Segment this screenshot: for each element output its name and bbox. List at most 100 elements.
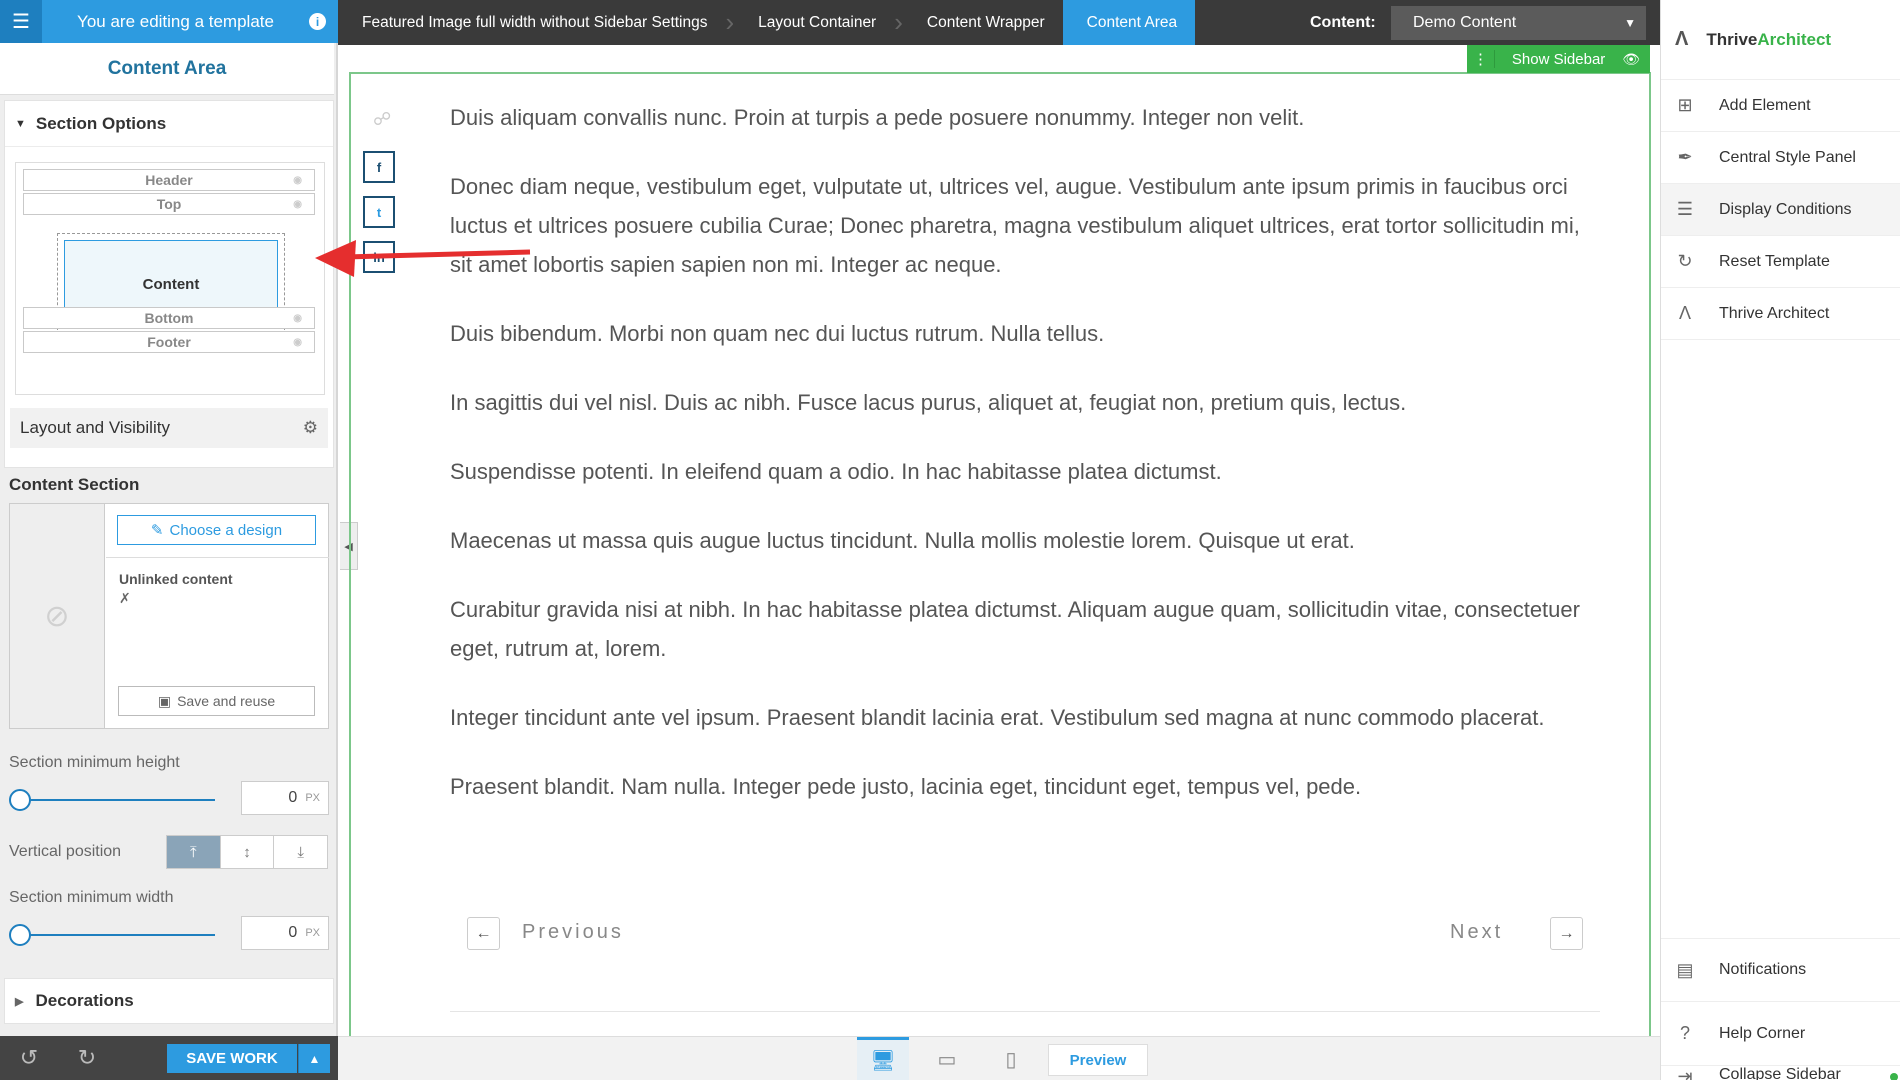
brush-icon: ✎ — [150, 522, 164, 539]
thrive-logo-icon[interactable]: ☰ — [0, 0, 42, 43]
decorations-toggle[interactable]: ▶ Decorations — [4, 978, 334, 1024]
annotation-arrow — [315, 240, 531, 277]
section-structure-map: Header ◉ Top ◉ Content Bottom ◉ Footer ◉ — [15, 162, 325, 395]
structure-header[interactable]: Header ◉ — [23, 169, 315, 191]
arrow-left-icon[interactable]: ← — [467, 917, 500, 950]
paragraph[interactable]: Praesent blandit. Nam nulla. Integer ped… — [450, 767, 1600, 806]
sidebar-item-display-conditions[interactable]: ☰ Display Conditions — [1661, 184, 1900, 236]
min-height-slider-handle[interactable] — [9, 789, 31, 811]
next-link[interactable]: Next — [1450, 921, 1503, 944]
paragraph[interactable]: Suspendisse potenti. In eleifend quam a … — [450, 452, 1600, 491]
paragraph[interactable]: Integer tincidunt ante vel ipsum. Praese… — [450, 698, 1600, 737]
twitter-icon[interactable]: t — [363, 196, 395, 228]
chevron-up-icon[interactable]: ▲ — [298, 1044, 330, 1073]
divider — [450, 1011, 1600, 1012]
architect-logo-icon: Λ — [1675, 28, 1689, 50]
min-width-slider-track[interactable] — [20, 934, 215, 936]
section-options-panel: ▼ Section Options Header ◉ Top ◉ Content… — [4, 100, 334, 468]
sidebar-item-notifications[interactable]: ▤ Notifications — [1661, 938, 1900, 1002]
device-bar: 🖥 ▭ ▯ Preview — [338, 1036, 1660, 1080]
breadcrumb: Featured Image full width without Sideba… — [338, 0, 1660, 45]
min-width-input[interactable]: 0 PX — [241, 916, 329, 950]
structure-bottom[interactable]: Bottom ◉ — [23, 307, 315, 329]
refresh-icon: ↻ — [1677, 251, 1693, 271]
eye-icon[interactable]: ◉ — [293, 175, 302, 186]
min-height-label: Section minimum height — [9, 754, 180, 771]
paragraph[interactable]: Maecenas ut massa quis augue luctus tinc… — [450, 521, 1600, 560]
structure-top[interactable]: Top ◉ — [23, 193, 315, 215]
content-section-title: Content Section — [9, 475, 140, 494]
sidebar-item-reset-template[interactable]: ↻ Reset Template — [1661, 236, 1900, 288]
layout-visibility-label: Layout and Visibility — [20, 418, 170, 437]
unlink-icon: ⊘ — [10, 504, 105, 728]
status-dot — [1890, 1073, 1898, 1080]
eye-icon[interactable]: ◉ — [293, 337, 302, 348]
desktop-icon[interactable]: 🖥 — [857, 1037, 909, 1080]
save-work-button[interactable]: SAVE WORK — [167, 1044, 297, 1073]
redo-icon[interactable]: ↻ — [58, 1045, 116, 1071]
content-selector-label: Content: — [1310, 13, 1376, 31]
paragraph[interactable]: Curabitur gravida nisi at nibh. In hac h… — [450, 590, 1600, 668]
paragraph[interactable]: Duis bibendum. Morbi non quam nec dui lu… — [450, 314, 1600, 353]
align-middle-icon[interactable]: ↕ — [221, 836, 275, 868]
content-section-box: ⊘ ✎ Choose a design Unlinked content ✗ ▣… — [9, 503, 329, 729]
caret-right-icon: ▶ — [15, 995, 24, 1008]
breadcrumb-item[interactable]: Content Wrapper — [903, 0, 1063, 45]
save-and-reuse-button[interactable]: ▣ Save and reuse — [118, 686, 315, 716]
section-options-label: Section Options — [35, 113, 167, 133]
show-sidebar-button[interactable]: ⋮ Show Sidebar 👁 — [1467, 45, 1650, 73]
share-icon: ☍ — [373, 109, 392, 129]
min-width-label: Section minimum width — [9, 889, 174, 906]
previous-link[interactable]: Previous — [522, 921, 624, 944]
sidebar-item-collapse[interactable]: ⇥ Collapse Sidebar — [1661, 1066, 1900, 1080]
eye-icon[interactable]: ◉ — [293, 199, 302, 210]
sidebar-item-central-style-panel[interactable]: ✒ Central Style Panel — [1661, 132, 1900, 184]
tablet-icon[interactable]: ▭ — [921, 1037, 973, 1080]
right-sidebar: Λ Thrive Architect ⊞ Add Element ✒ Centra… — [1660, 0, 1900, 1080]
collapse-icon: ⇥ — [1677, 1066, 1693, 1080]
breadcrumb-item[interactable]: Featured Image full width without Sideba… — [338, 0, 726, 45]
min-height-slider-track[interactable] — [20, 799, 215, 801]
facebook-icon[interactable]: f — [363, 151, 395, 183]
brand: Λ Thrive Architect — [1661, 0, 1900, 80]
paragraph[interactable]: Donec diam neque, vestibulum eget, vulpu… — [450, 167, 1600, 284]
sidebar-item-thrive-architect[interactable]: Λ Thrive Architect — [1661, 288, 1900, 340]
undo-icon[interactable]: ↺ — [0, 1045, 58, 1071]
layout-visibility-row[interactable]: Layout and Visibility ⚙ — [10, 408, 328, 448]
choose-design-button[interactable]: ✎ Choose a design — [117, 515, 316, 545]
gear-icon[interactable]: ⚙ — [303, 418, 318, 438]
structure-footer[interactable]: Footer ◉ — [23, 331, 315, 353]
eye-icon: 👁 — [1622, 50, 1640, 67]
inbox-icon: ▤ — [1676, 959, 1694, 980]
arrow-right-icon[interactable]: → — [1550, 917, 1583, 950]
paragraph[interactable]: Duis aliquam convallis nunc. Proin at tu… — [450, 98, 1600, 137]
unlink-small-icon: ✗ — [119, 590, 131, 606]
min-width-slider-handle[interactable] — [9, 924, 31, 946]
paragraph[interactable]: In sagittis dui vel nisl. Duis ac nibh. … — [450, 383, 1600, 422]
content-selector[interactable]: Demo Content ▼ — [1391, 6, 1646, 40]
align-top-icon[interactable]: ⤒ — [167, 836, 221, 868]
breadcrumb-separator-icon: › — [894, 7, 903, 37]
vertical-position-group: ⤒ ↕ ⤓ — [166, 835, 328, 869]
left-bottom-bar: ↺ ↻ SAVE WORK ▲ — [0, 1036, 338, 1080]
template-notice: You are editing a template — [77, 11, 274, 31]
vertical-position-label: Vertical position — [9, 843, 122, 860]
unlinked-content-label: Unlinked content — [119, 571, 233, 587]
info-icon[interactable]: i — [309, 13, 326, 30]
mobile-icon[interactable]: ▯ — [985, 1037, 1037, 1080]
breadcrumb-separator-icon: › — [725, 7, 735, 37]
breadcrumb-item-active[interactable]: Content Area — [1062, 0, 1196, 45]
sidebar-item-help-corner[interactable]: ? Help Corner — [1661, 1002, 1900, 1066]
sidebar-item-add-element[interactable]: ⊞ Add Element — [1661, 80, 1900, 132]
annotation-arrow-head — [315, 240, 356, 277]
eye-icon[interactable]: ◉ — [293, 313, 302, 324]
section-options-toggle[interactable]: ▼ Section Options — [5, 101, 333, 147]
sidebar-bottom-group: ▤ Notifications ? Help Corner ⇥ Collapse… — [1661, 938, 1900, 1080]
breadcrumb-item[interactable]: Layout Container — [734, 0, 894, 45]
question-icon: ? — [1679, 1023, 1690, 1043]
annotation-arrow-shaft — [344, 249, 531, 260]
align-bottom-icon[interactable]: ⤓ — [274, 836, 327, 868]
more-vertical-icon[interactable]: ⋮ — [1467, 50, 1495, 68]
min-height-input[interactable]: 0 PX — [241, 781, 329, 815]
preview-button[interactable]: Preview — [1048, 1044, 1148, 1076]
